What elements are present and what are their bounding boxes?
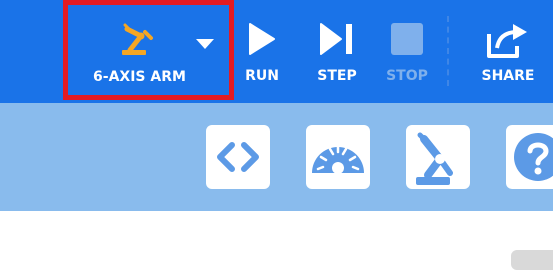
robot-view-button[interactable] (406, 125, 470, 189)
top-toolbar: 6-AXIS ARM RUN STEP STOP SHARE (0, 0, 553, 103)
play-icon (248, 22, 276, 60)
stop-button[interactable]: STOP (380, 0, 434, 103)
share-label: SHARE (481, 68, 535, 84)
code-view-button[interactable] (206, 125, 270, 189)
run-label: RUN (245, 68, 279, 84)
share-button[interactable]: SHARE (472, 0, 544, 103)
stop-square-icon (390, 22, 424, 60)
stop-label: STOP (386, 68, 428, 84)
step-button[interactable]: STEP (310, 0, 364, 103)
robot-arm-icon (119, 20, 159, 62)
run-button[interactable]: RUN (237, 0, 287, 103)
chevron-down-icon (195, 35, 215, 54)
secondary-toolbar (0, 103, 553, 211)
scrollbar-thumb[interactable] (511, 250, 553, 270)
robot-selector-label: 6-AXIS ARM (93, 69, 186, 85)
robot-selector-dropdown[interactable]: 6-AXIS ARM (63, 0, 234, 100)
speedometer-icon (312, 144, 364, 174)
code-icon (217, 142, 259, 172)
robot-arm-icon (416, 132, 453, 185)
share-icon (487, 22, 529, 62)
step-label: STEP (317, 68, 357, 84)
toolbar-divider (447, 16, 449, 86)
help-button[interactable] (506, 125, 553, 189)
help-icon (514, 133, 553, 181)
step-forward-icon (319, 22, 355, 60)
speed-button[interactable] (306, 125, 370, 189)
